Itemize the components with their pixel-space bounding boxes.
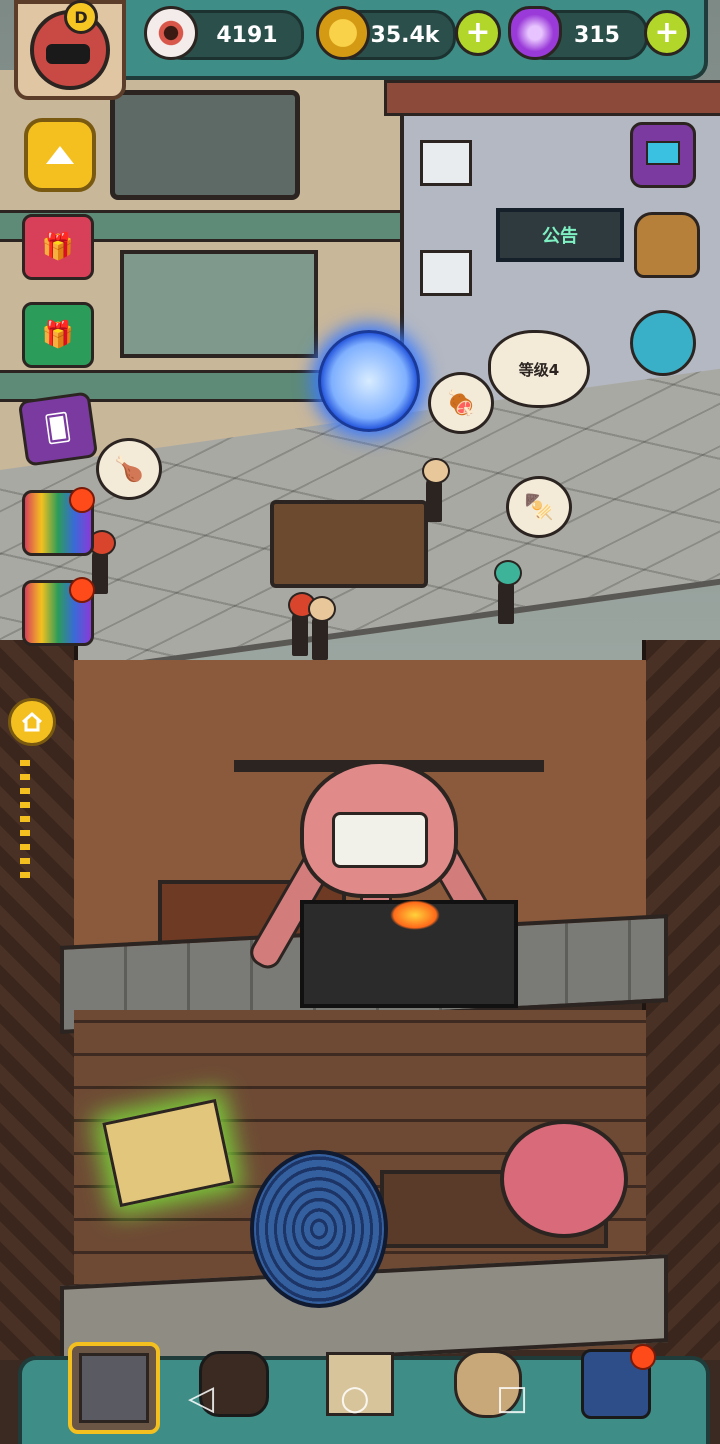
inventory-grid-tab[interactable] — [574, 1342, 658, 1426]
cards-icon: 🂠 — [42, 412, 74, 446]
player-avatar[interactable]: D — [14, 0, 126, 100]
notification-dot — [630, 1344, 656, 1370]
player-rank-badge: D — [64, 0, 98, 34]
building-tab[interactable] — [68, 1342, 160, 1434]
notice-board[interactable]: 公告 — [496, 208, 624, 262]
customer[interactable] — [308, 596, 336, 660]
home-floor-button[interactable] — [8, 698, 56, 746]
level-label: 等级4 — [518, 360, 560, 379]
eyeball-value: 4191 — [216, 22, 278, 48]
notice-board-label: 公告 — [542, 226, 578, 247]
customer-thought-bubble[interactable]: 🍗 — [96, 438, 162, 500]
collapse-menu-button[interactable] — [24, 118, 96, 192]
monster-eggs-button[interactable] — [630, 310, 696, 376]
customer-head — [422, 458, 450, 484]
notification-dot — [69, 577, 95, 603]
building-roof — [384, 80, 720, 116]
floor-scroll-track[interactable] — [20, 760, 30, 880]
plus-label: + — [465, 15, 491, 50]
rainbow-gift-button[interactable] — [22, 577, 95, 646]
system-recents-button[interactable]: □ — [496, 1378, 528, 1418]
food-request-icon: 🍖 — [446, 389, 476, 417]
tv-icon — [646, 141, 680, 165]
octopus-chef-monster[interactable] — [300, 760, 458, 898]
customer[interactable] — [494, 560, 522, 624]
present-icon: 🎁 — [41, 320, 75, 350]
potion-icon — [508, 6, 562, 60]
present-bundle-button[interactable]: 🎁 — [22, 302, 94, 368]
tv-reward-button[interactable] — [630, 122, 696, 188]
gift-box-button[interactable]: 🎁 — [22, 214, 94, 280]
portal-orb[interactable] — [318, 330, 420, 432]
display-case — [120, 250, 318, 358]
customer-head — [494, 560, 522, 586]
add-coins-button[interactable]: + — [455, 10, 501, 56]
food-request-icon: 🍢 — [524, 493, 554, 521]
octopus-mouth — [332, 812, 428, 868]
stove-fire — [390, 900, 440, 930]
card-collection-button[interactable]: 🂠 — [17, 391, 99, 467]
customer-thought-bubble[interactable]: 🍖 — [428, 372, 494, 434]
blue-round-monster[interactable] — [250, 1150, 388, 1308]
level-speech-bubble[interactable]: 等级4 — [488, 330, 590, 408]
air-conditioner — [420, 250, 472, 296]
system-back-button[interactable]: ◁ — [188, 1378, 214, 1418]
food-request-icon: 🍗 — [114, 455, 144, 483]
home-icon — [22, 711, 42, 732]
building-icon — [79, 1353, 149, 1423]
system-home-button[interactable]: ○ — [340, 1378, 370, 1418]
rank-letter: D — [74, 7, 88, 27]
rainbow-gift-button[interactable] — [22, 487, 95, 556]
menu-sign — [110, 90, 300, 200]
pink-spiky-monster[interactable] — [500, 1120, 628, 1238]
customer[interactable] — [288, 592, 316, 656]
food-cart[interactable] — [270, 500, 428, 588]
air-conditioner — [420, 140, 472, 186]
add-potions-button[interactable]: + — [644, 10, 690, 56]
plus-label: + — [654, 15, 680, 50]
backpack-button[interactable] — [634, 212, 700, 278]
gift-icon: 🎁 — [41, 232, 75, 262]
customer-thought-bubble[interactable]: 🍢 — [506, 476, 572, 538]
coin-icon — [316, 6, 370, 60]
eyeball-icon — [144, 6, 198, 60]
customer[interactable] — [422, 458, 450, 522]
triangle-up-icon — [46, 146, 74, 164]
notification-dot — [69, 487, 95, 513]
customer-head — [308, 596, 336, 622]
